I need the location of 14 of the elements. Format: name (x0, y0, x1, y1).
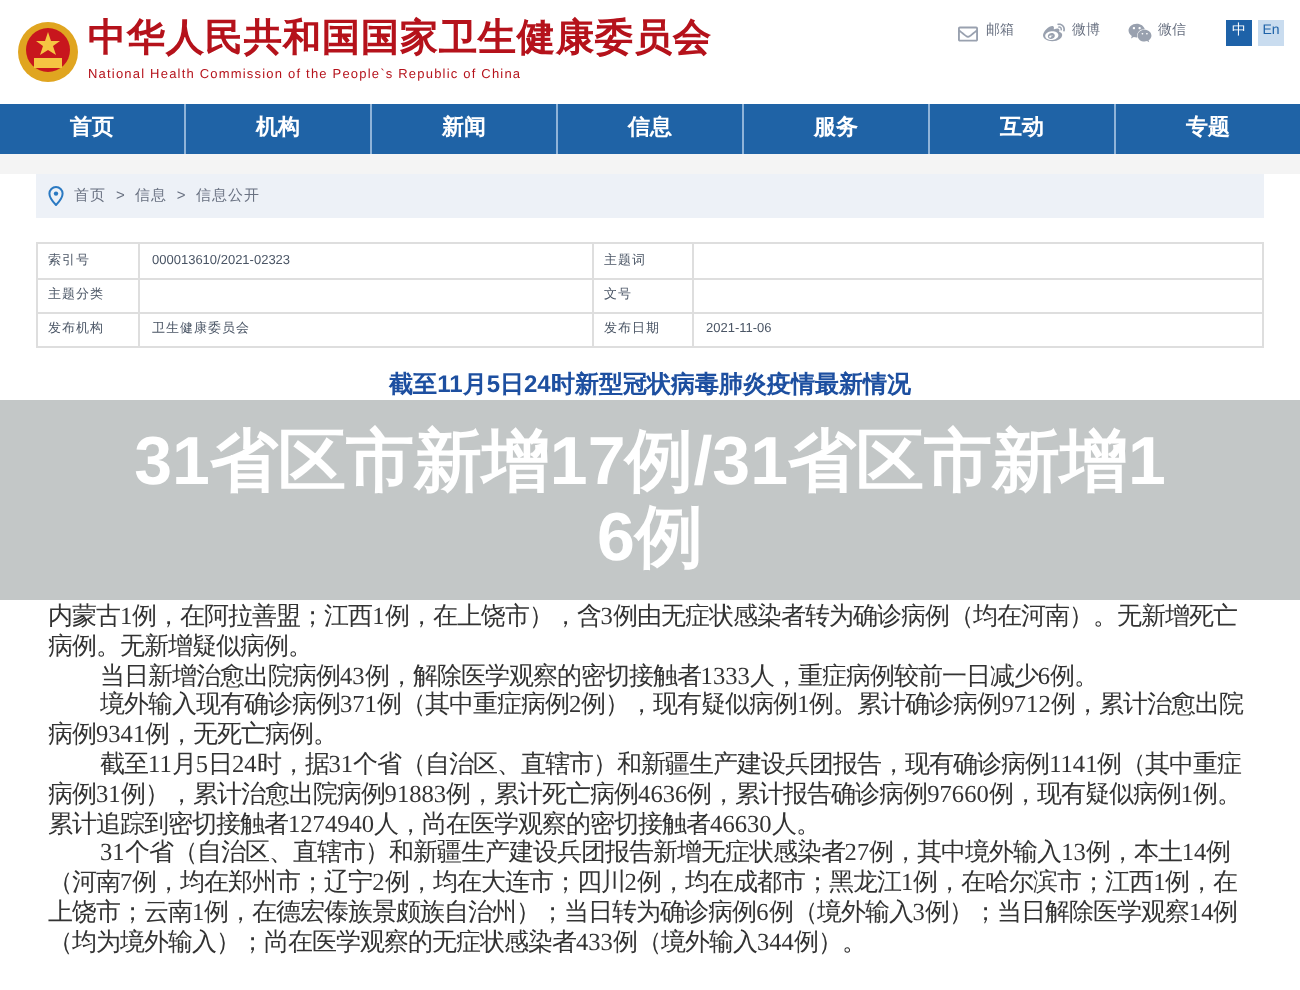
article-paragraph: 境外输入现有确诊病例371例（其中重症病例2例），现有疑似病例1例。累计确诊病例9712例，累计治愈出院病例9341例，无死亡病例。 (48, 690, 1246, 750)
article-paragraph: 31个省（自治区、直辖市）和新疆生产建设兵团报告新增无症状感染者27例，其中境外输入13例，本土14例（河南7例，均在郑州市；辽宁2例，均在大连市；四川2例，均在成都市；黑龙江1例，在哈尔滨市；江西1例，在上饶市；云南1例，在德宏傣族景颇族自治州）；当日转为确诊病例6例（境外输入3例）；当日解除医学观察14例（均为境外输入）；尚在医学观察的无症状感染者433例（境外输入344例）。 (48, 838, 1240, 958)
site-title: 中华人民共和国国家卫生健康委员会 (88, 18, 712, 62)
article-paragraph: 当日新增治愈出院病例43例，解除医学观察的密切接触者1333人，重症病例较前一日减少6例。 (98, 661, 1101, 691)
weibo-icon (1042, 22, 1066, 44)
mail-icon (956, 23, 980, 43)
article-paragraph: 内蒙古1例，在阿拉善盟；江西1例，在上饶市），含3例由无症状感染者转为确诊病例（均在河南）。无新增死亡病例。无新增疑似病例。 (48, 602, 1239, 662)
location-pin-icon (48, 186, 64, 206)
overlay-headline: 31省区市新增17例/31省区市新增16例 (132, 424, 1168, 576)
article-paragraph: 截至11月5日24时，据31个省（自治区、直辖市）和新疆生产建设兵团报告，现有确诊病例1141例（其中重症病例31例），累计治愈出院病例91883例，累计死亡病例4636例，累计报告确诊病例97660例，现有疑似病例1例。累计追踪到密切接触者1274940人，尚在医学观察的密切接触者46630人。 (48, 749, 1244, 839)
article-title: 截至11月5日24时新型冠状病毒肺炎疫情最新情况 (389, 370, 911, 400)
nav-tab[interactable]: 首页 (0, 104, 184, 154)
national-emblem-icon (16, 19, 80, 83)
wechat-icon (1128, 22, 1152, 44)
